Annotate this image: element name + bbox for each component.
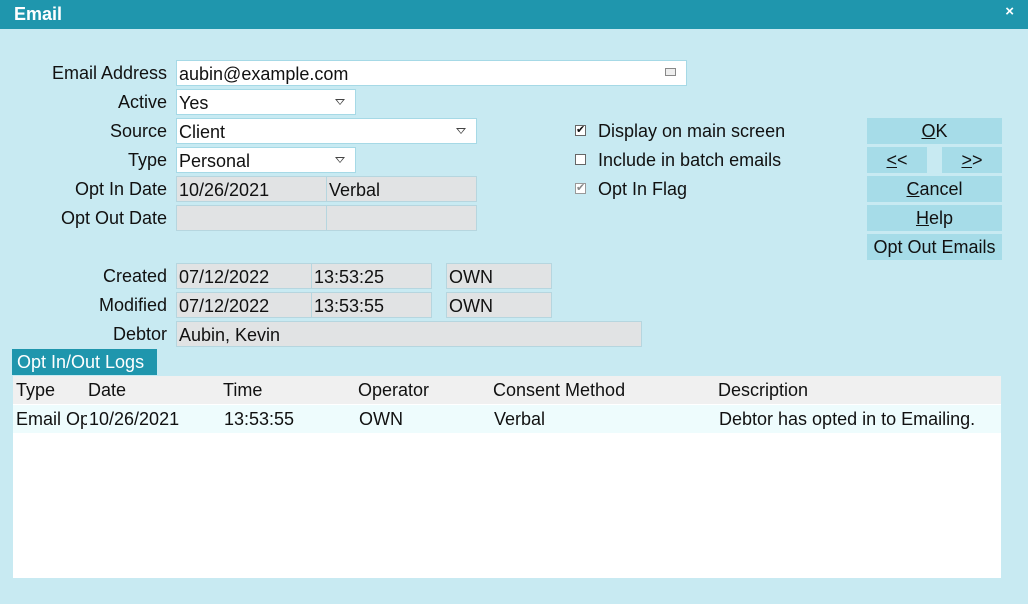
batch-emails-checkbox[interactable] xyxy=(575,154,586,165)
debtor-field: Aubin, Kevin xyxy=(176,321,642,347)
created-label: Created xyxy=(102,266,167,286)
cancel-button-accesskey: C xyxy=(906,179,920,199)
column-header-description[interactable]: Description xyxy=(718,376,998,404)
logs-table-header: Type Date Time Operator Consent Method D… xyxy=(13,376,1001,404)
debtor-label: Debtor xyxy=(112,324,167,344)
opt-in-flag-label: Opt In Flag xyxy=(598,179,688,199)
column-header-time[interactable]: Time xyxy=(223,376,353,404)
opt-in-flag-checkbox: ✔ xyxy=(575,182,586,194)
table-cell-date: 10/26/2021 xyxy=(89,409,180,429)
column-header-operator[interactable]: Operator xyxy=(358,376,488,404)
email-address-input[interactable]: aubin@example.com xyxy=(176,60,687,86)
chevron-down-icon[interactable] xyxy=(456,128,466,134)
source-select[interactable]: Client xyxy=(176,118,477,144)
opt-out-emails-button[interactable]: Opt Out Emails xyxy=(867,234,1002,260)
column-header-type[interactable]: Type xyxy=(16,376,86,404)
table-row[interactable]: Email Opt In 10/26/2021 13:53:55 OWN Ver… xyxy=(13,405,1001,433)
active-label: Active xyxy=(117,92,167,112)
opt-out-date-label: Opt Out Date xyxy=(60,208,167,228)
source-value: Client xyxy=(179,122,226,142)
cancel-button[interactable]: Cancel xyxy=(867,176,1002,202)
table-cell-time: 13:53:55 xyxy=(224,409,295,429)
opt-in-date-label: Opt In Date xyxy=(74,179,167,199)
help-button[interactable]: Help xyxy=(867,205,1002,231)
chevron-down-icon[interactable] xyxy=(335,157,345,163)
help-button-accesskey: H xyxy=(915,208,929,228)
ok-button[interactable]: OK xyxy=(867,118,1002,144)
table-cell-consent-method: Verbal xyxy=(494,409,546,429)
previous-button[interactable]: << xyxy=(867,147,927,173)
type-label: Type xyxy=(127,150,167,170)
modified-date-field: 07/12/2022 xyxy=(176,292,312,318)
cancel-button-label: ancel xyxy=(919,179,963,199)
display-main-checkbox[interactable]: ✔ xyxy=(575,125,586,136)
opt-out-date-field xyxy=(176,205,327,231)
modified-time-field: 13:53:55 xyxy=(311,292,432,318)
modified-user-field: OWN xyxy=(446,292,552,318)
envelope-icon[interactable] xyxy=(665,68,676,76)
logs-table: Type Date Time Operator Consent Method D… xyxy=(13,376,1001,578)
column-header-date[interactable]: Date xyxy=(88,376,218,404)
type-select[interactable]: Personal xyxy=(176,147,356,173)
help-button-label: elp xyxy=(928,208,954,228)
active-value: Yes xyxy=(179,93,209,113)
display-main-label[interactable]: Display on main screen xyxy=(598,118,785,144)
type-value: Personal xyxy=(179,151,251,171)
created-time-field: 13:53:25 xyxy=(311,263,432,289)
ok-button-accesskey: O xyxy=(921,121,936,141)
previous-button-accesskey: < xyxy=(886,150,897,170)
email-address-label: Email Address xyxy=(51,63,167,83)
close-icon[interactable]: × xyxy=(1005,3,1014,20)
table-cell-description: Debtor has opted in to Emailing. xyxy=(719,409,976,429)
created-date-field: 07/12/2022 xyxy=(176,263,312,289)
opt-in-date-field: 10/26/2021 xyxy=(176,176,327,202)
opt-out-method-field xyxy=(326,205,477,231)
window-title: Email xyxy=(14,4,63,24)
chevron-down-icon[interactable] xyxy=(335,99,345,105)
batch-emails-label[interactable]: Include in batch emails xyxy=(598,147,781,173)
next-button-label: > xyxy=(972,150,983,170)
next-button[interactable]: >> xyxy=(942,147,1002,173)
email-address-value: aubin@example.com xyxy=(179,64,349,84)
opt-in-method-field: Verbal xyxy=(326,176,477,202)
modified-label: Modified xyxy=(98,295,167,315)
title-bar: Email × xyxy=(0,0,1028,29)
source-label: Source xyxy=(109,121,167,141)
previous-button-label: < xyxy=(897,150,908,170)
next-button-accesskey: > xyxy=(961,150,972,170)
tab-opt-in-out-logs[interactable]: Opt In/Out Logs xyxy=(12,349,157,375)
ok-button-label: K xyxy=(935,121,948,141)
created-user-field: OWN xyxy=(446,263,552,289)
table-cell-operator: OWN xyxy=(359,409,403,429)
column-header-consent-method[interactable]: Consent Method xyxy=(493,376,713,404)
table-cell-type: Email Opt In xyxy=(16,409,87,429)
active-select[interactable]: Yes xyxy=(176,89,356,115)
